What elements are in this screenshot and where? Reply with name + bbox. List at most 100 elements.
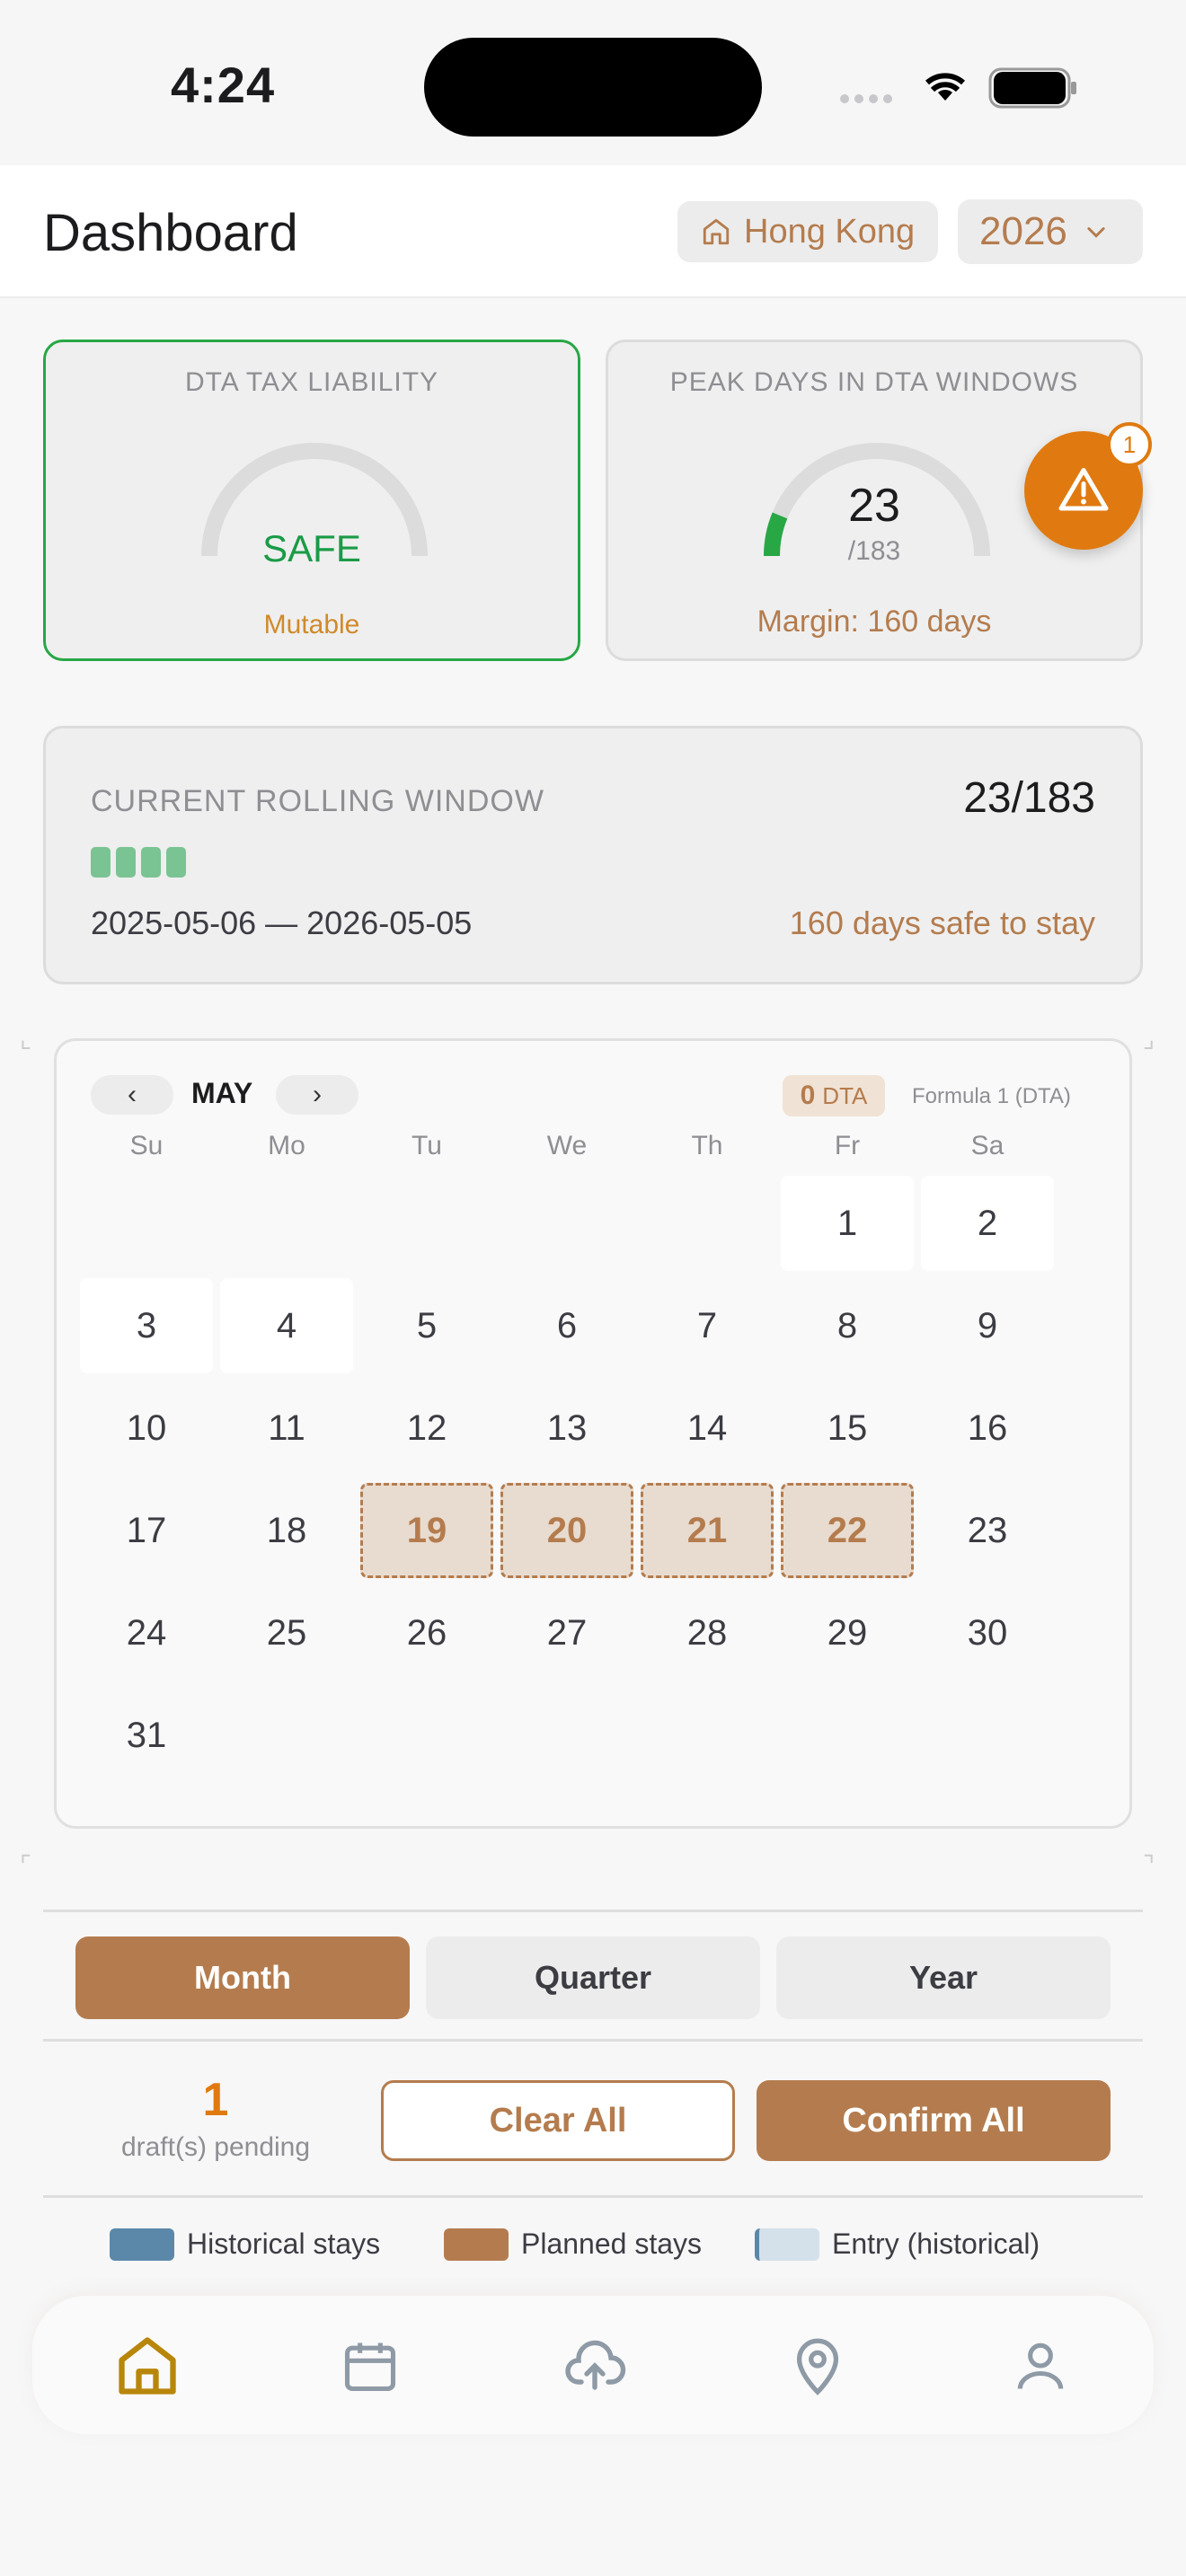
corner-mark: ⌞ [20,1025,32,1053]
next-month-button[interactable]: › [276,1075,358,1115]
prev-month-button[interactable]: ‹ [91,1075,173,1115]
segment-month[interactable]: Month [75,1936,410,2019]
tab-profile[interactable] [1003,2328,1078,2404]
tax-status: SAFE [262,527,361,569]
calendar-day[interactable]: 31 [80,1688,213,1783]
weekday-label: Fr [834,1131,861,1160]
calendar-day[interactable]: 25 [220,1585,353,1681]
status-bar: 4:24 [0,0,1186,165]
calendar-day[interactable]: 11 [220,1381,353,1476]
tab-home[interactable] [110,2328,185,2404]
calendar-day[interactable]: 2 [921,1176,1054,1271]
legend-swatch-entry [755,2228,819,2261]
corner-mark: ⌟ [1143,1025,1155,1053]
tab-calendar[interactable] [332,2328,408,2404]
weekday-label: We [546,1131,588,1160]
legend-swatch-planned [444,2228,509,2261]
progress-segment [141,847,161,878]
year-label: 2026 [979,209,1067,253]
tab-locations[interactable] [780,2328,855,2404]
calendar-day[interactable]: 17 [80,1483,213,1578]
calendar-day[interactable]: 8 [781,1278,914,1373]
tax-liability-card[interactable]: DTA TAX LIABILITY SAFE Mutable [43,340,580,661]
calendar-day[interactable]: 7 [641,1278,774,1373]
calendar-day[interactable]: 26 [360,1585,493,1681]
location-label: Hong Kong [744,212,916,251]
calendar-day[interactable]: 23 [921,1483,1054,1578]
cloud-upload-icon [565,2340,626,2390]
tab-bar [32,2296,1154,2434]
tax-card-label: DTA TAX LIABILITY [184,367,439,397]
weekday-label: Sa [970,1131,1005,1160]
calendar-day[interactable]: 12 [360,1381,493,1476]
calendar-day[interactable]: 18 [220,1483,353,1578]
map-pin-icon [796,2338,839,2395]
calendar-day[interactable]: 5 [360,1278,493,1373]
rolling-safe-text: 160 days safe to stay [789,904,1095,941]
weekday-label: Mo [268,1131,305,1160]
dta-count-label: DTA [822,1081,868,1109]
segment-year[interactable]: Year [776,1936,1111,2019]
calendar-day[interactable]: 19 [360,1483,493,1578]
calendar-day[interactable]: 13 [500,1381,633,1476]
calendar-icon [344,2342,396,2392]
calendar-day[interactable]: 21 [641,1483,774,1578]
legend-planned: Planned stays [444,2228,702,2261]
clear-all-button[interactable]: Clear All [381,2080,735,2161]
tax-note: Mutable [263,610,360,640]
home-icon [119,2337,176,2395]
corner-mark: ⌜ [20,1851,32,1879]
formula-label: Formula 1 (DTA) [912,1084,1071,1108]
calendar-day[interactable]: 24 [80,1585,213,1681]
divider [43,1910,1143,1912]
weekday-label: Th [691,1131,723,1160]
location-selector[interactable]: Hong Kong [677,201,938,262]
calendar-day[interactable]: 6 [500,1278,633,1373]
calendar-day[interactable]: 14 [641,1381,774,1476]
legend-entry: Entry (historical) [755,2228,1040,2261]
calendar-day[interactable]: 4 [220,1278,353,1373]
dta-count: 0 [800,1081,816,1110]
rolling-window-card[interactable]: CURRENT ROLLING WINDOW 23/183 2025-05-06… [43,726,1143,984]
calendar-day[interactable]: 22 [781,1483,914,1578]
calendar-day[interactable]: 29 [781,1585,914,1681]
user-icon [1017,2342,1064,2389]
rolling-progress [91,847,186,878]
legend-historical: Historical stays [110,2228,380,2261]
weekday-label: Tu [412,1131,442,1160]
calendar-day[interactable]: 30 [921,1585,1054,1681]
rolling-label: CURRENT ROLLING WINDOW [91,784,544,818]
peak-margin: Margin: 160 days [757,604,992,639]
progress-segment [116,847,136,878]
calendar-day[interactable]: 16 [921,1381,1054,1476]
calendar-day[interactable]: 10 [80,1381,213,1476]
weekday-label: Su [129,1131,164,1160]
progress-segment [91,847,111,878]
calendar-day[interactable]: 9 [921,1278,1054,1373]
calendar-day[interactable]: 3 [80,1278,213,1373]
segment-quarter[interactable]: Quarter [426,1936,760,2019]
legend-swatch-historical [110,2228,174,2261]
calendar-day[interactable]: 27 [500,1585,633,1681]
calendar-day[interactable]: 20 [500,1483,633,1578]
home-icon [703,218,730,245]
dynamic-island [424,38,762,137]
legend-historical-label: Historical stays [187,2228,381,2260]
status-time: 4:24 [171,57,276,113]
divider [43,2195,1143,2198]
status-icons [840,67,1076,109]
legend-planned-label: Planned stays [521,2228,703,2260]
divider [43,2039,1143,2042]
warning-icon [1058,468,1109,511]
calendar-day[interactable]: 1 [781,1176,914,1271]
confirm-all-button[interactable]: Confirm All [757,2080,1111,2161]
chevron-down-icon [1087,227,1105,238]
calendar-day[interactable]: 28 [641,1585,774,1681]
year-selector[interactable]: 2026 [958,199,1143,264]
draft-count: 1 [202,2074,229,2126]
rolling-dates: 2025-05-06 — 2026-05-05 [91,904,473,941]
tab-upload[interactable] [557,2328,633,2404]
draft-label: draft(s) pending [120,2132,311,2162]
calendar-day[interactable]: 15 [781,1381,914,1476]
progress-segment [166,847,186,878]
